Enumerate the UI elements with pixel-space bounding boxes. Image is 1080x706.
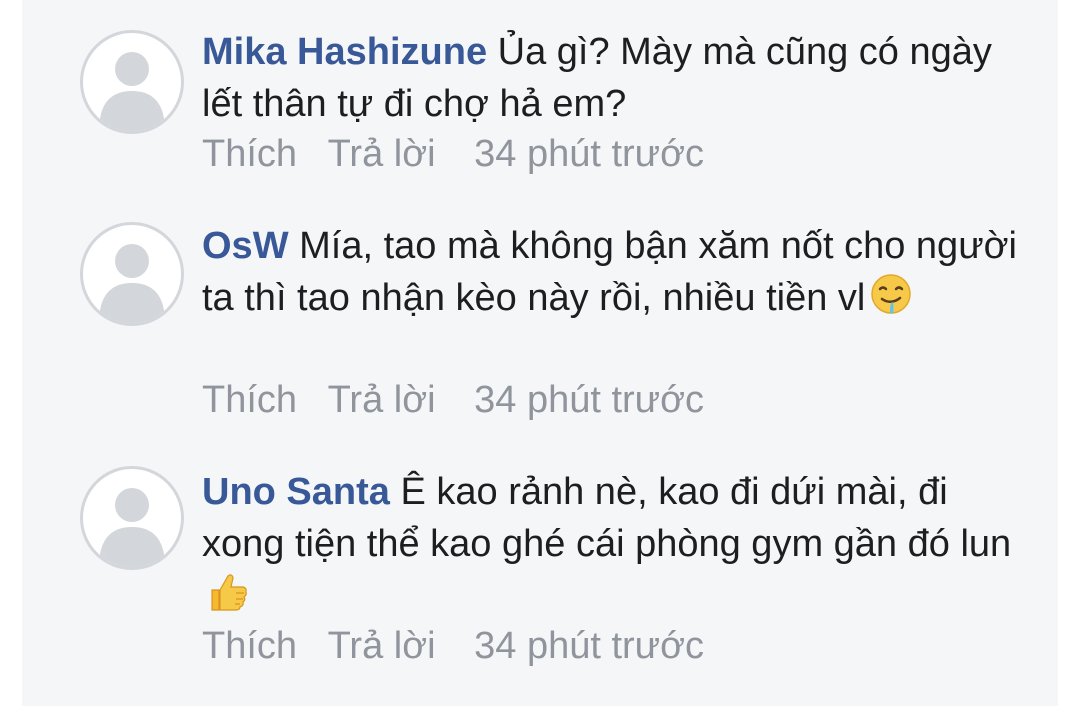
default-avatar-icon — [99, 488, 165, 567]
thumbs-up-icon — [211, 574, 247, 611]
comment-actions: Thích Trả lời 34 phút trước — [202, 130, 704, 178]
like-link[interactable]: Thích — [202, 130, 297, 178]
comment-body: OsW Mía, tao mà không bận xăm nốt cho ng… — [202, 220, 1022, 324]
comment-author[interactable]: Mika Hashizune — [202, 31, 487, 73]
avatar[interactable] — [80, 466, 184, 570]
reply-link[interactable]: Trả lời — [328, 376, 436, 424]
comment-time[interactable]: 34 phút trước — [474, 376, 704, 424]
comment-time[interactable]: 34 phút trước — [474, 622, 704, 670]
like-link[interactable]: Thích — [202, 622, 297, 670]
reply-link[interactable]: Trả lời — [328, 130, 436, 178]
default-avatar-icon — [99, 52, 165, 131]
avatar[interactable] — [80, 222, 184, 326]
avatar[interactable] — [80, 30, 184, 134]
comment-body: Uno Santa Ê kao rảnh nè, kao đi dứi mài,… — [202, 466, 1022, 622]
default-avatar-icon — [99, 244, 165, 323]
comments-panel: Mika Hashizune Ủa gì? Mày mà cũng có ngà… — [22, 0, 1058, 706]
comment-body: Mika Hashizune Ủa gì? Mày mà cũng có ngà… — [202, 26, 1022, 130]
comment-author[interactable]: Uno Santa — [202, 471, 390, 513]
like-link[interactable]: Thích — [202, 376, 297, 424]
comment-time[interactable]: 34 phút trước — [474, 130, 704, 178]
comment-actions: Thích Trả lời 34 phút trước — [202, 622, 704, 670]
comment-author[interactable]: OsW — [202, 225, 289, 267]
comment-actions: Thích Trả lời 34 phút trước — [202, 376, 704, 424]
drooling-face-icon — [871, 274, 912, 314]
reply-link[interactable]: Trả lời — [328, 622, 436, 670]
